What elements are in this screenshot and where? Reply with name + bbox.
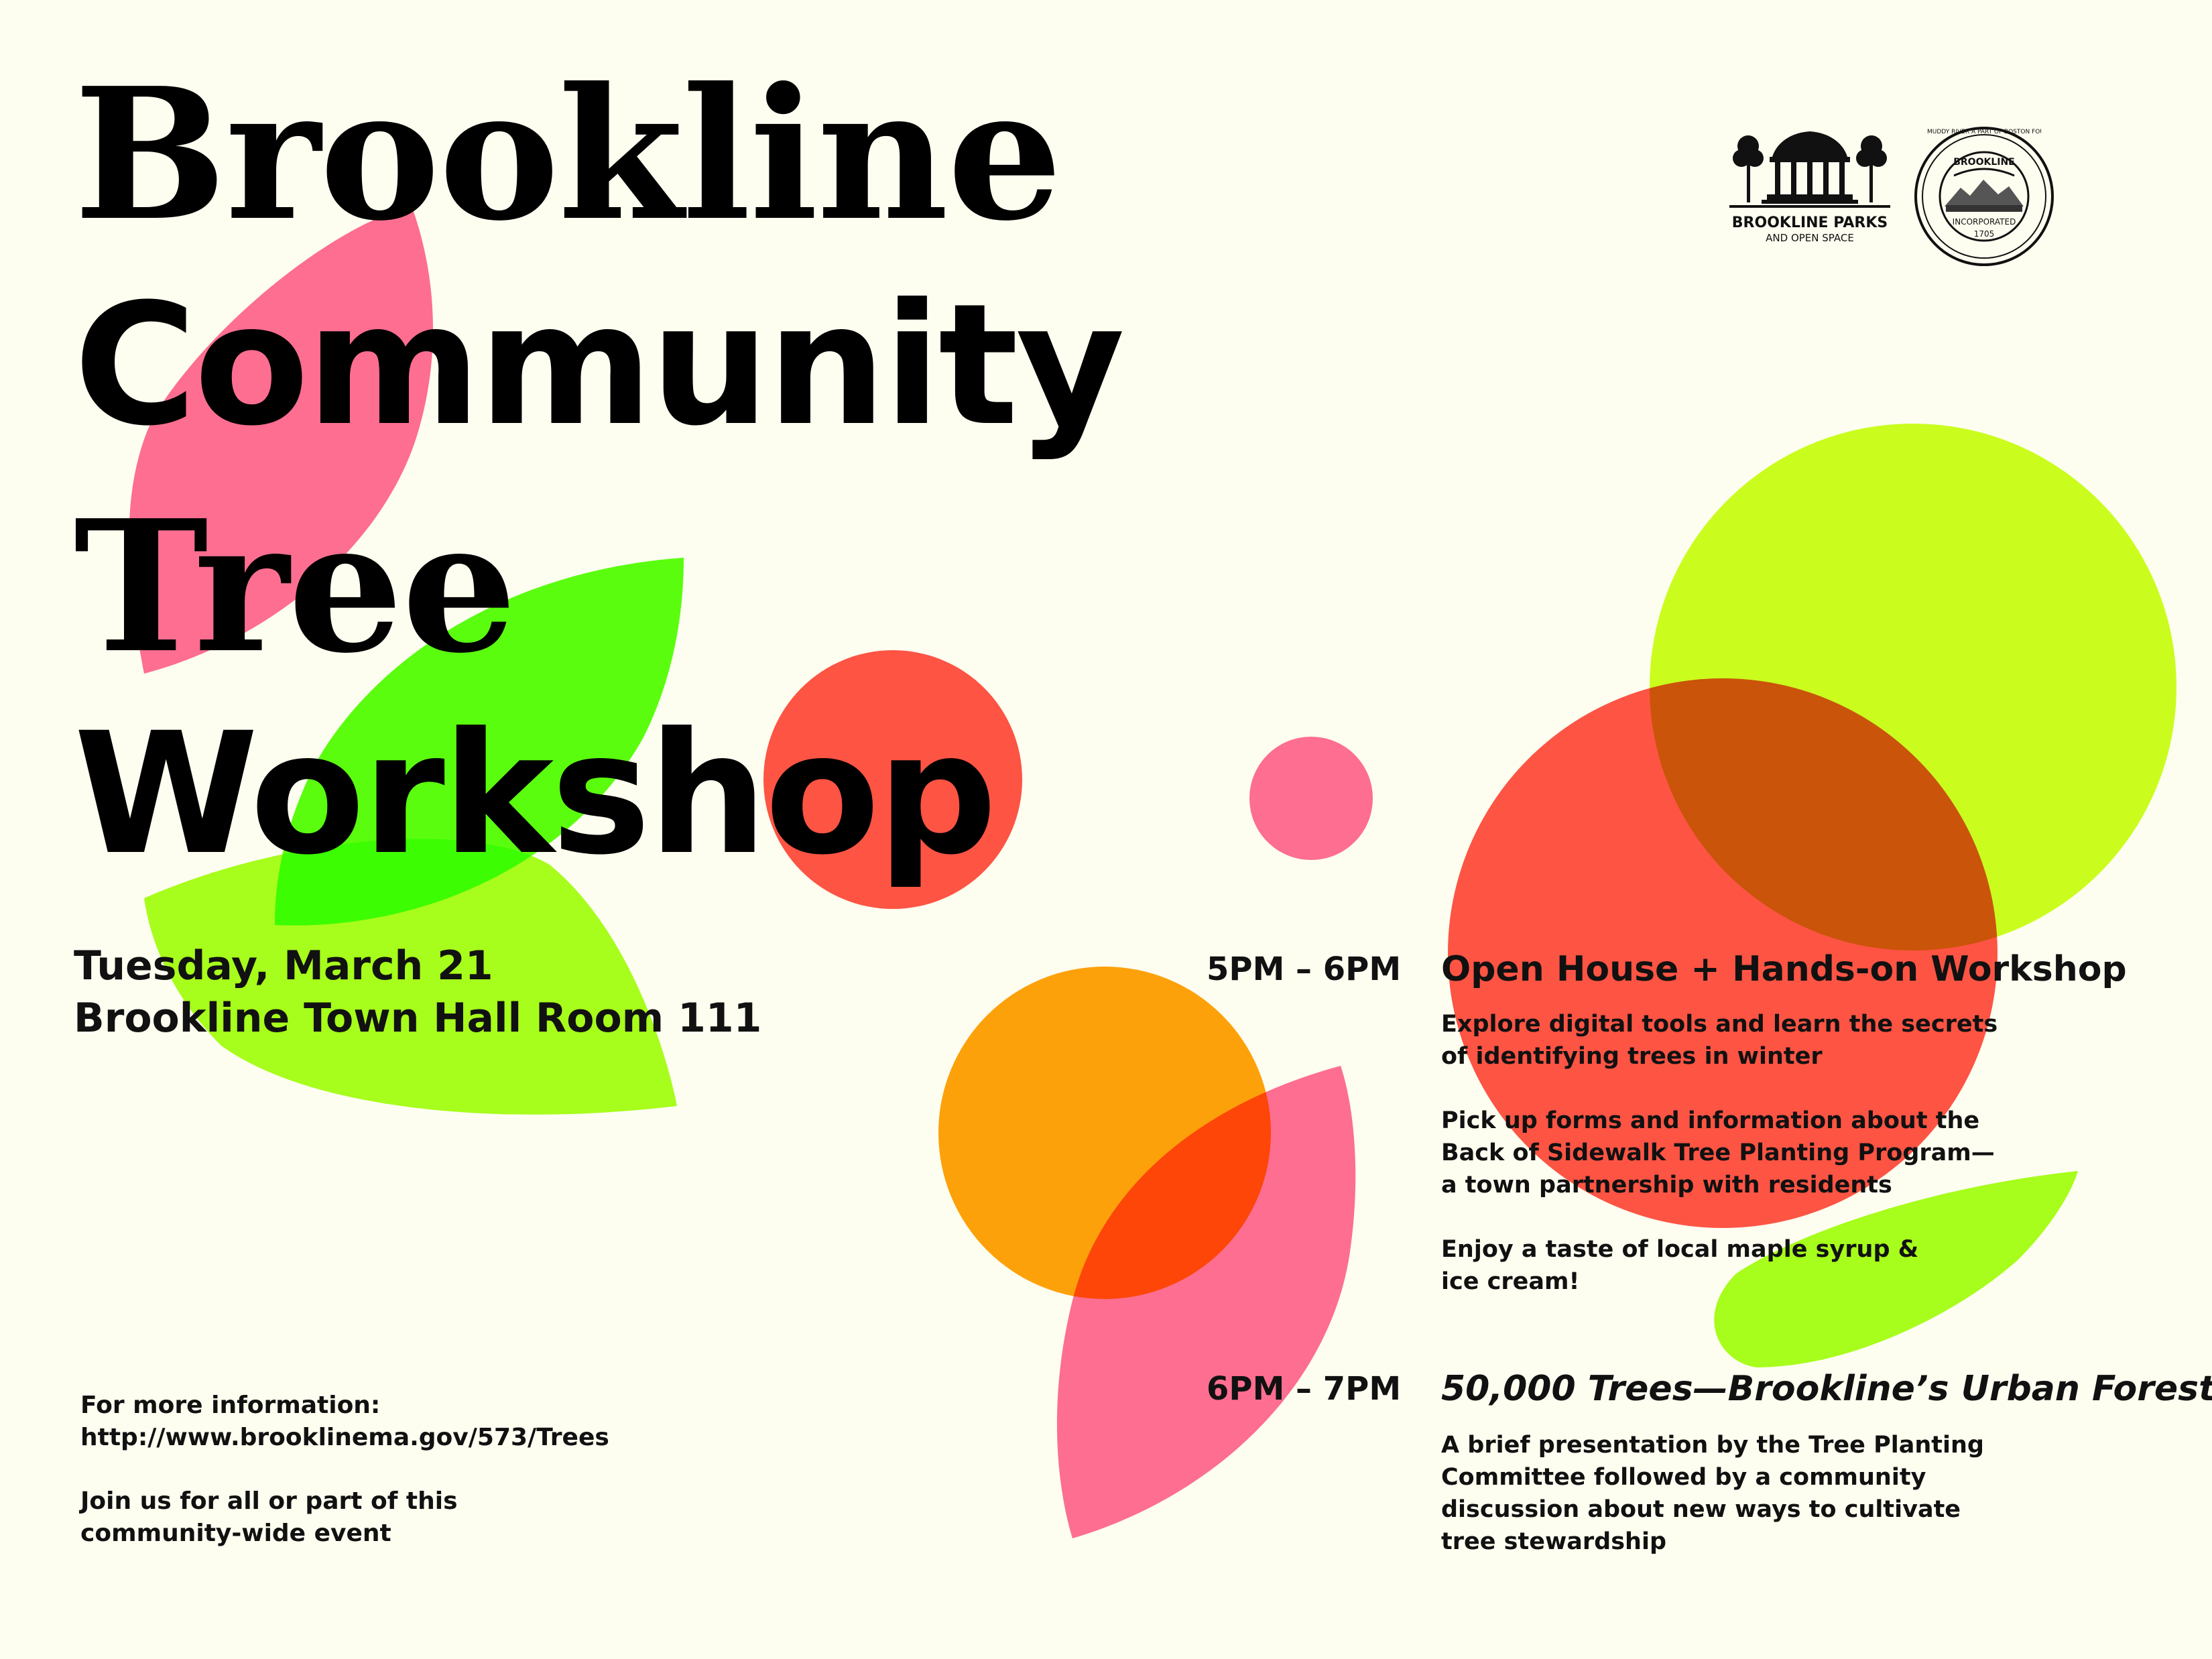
session-1-paragraph: Enjoy a taste of local maple syrup & ice… [1441,1236,1919,1295]
session-1-title: Open House + Hands-on Workshop [1441,949,2127,989]
yellow-circle [1650,424,2176,950]
title-line-4: Workshop [74,696,997,892]
event-info: Tuesday, March 21 Brookline Town Hall Ro… [74,940,761,1044]
more-info-label: For more information: [80,1392,381,1419]
parks-logo-line-1: BROOKLINE PARKS [1731,214,1888,231]
seal-incorporated-text: INCORPORATED [1952,217,2016,227]
parks-logo-line-2: AND OPEN SPACE [1766,232,1854,244]
seal-ring-text: MUDDY RIVER A PART OF BOSTON FOUNDED 163… [1927,129,2041,135]
gazebo-icon [1729,131,1890,208]
seal-year-text: 1705 [1973,229,1995,239]
join-info: Join us for all or part of this communit… [80,1485,458,1550]
more-info-url[interactable]: http://www.brooklinema.gov/573/Trees [80,1422,609,1454]
session-1-paragraph: Pick up forms and information about the … [1441,1107,1995,1199]
join-line-2: community-wide event [80,1520,391,1547]
session-1-paragraph: Explore digital tools and learn the secr… [1441,1011,1998,1070]
session-2-description: A brief presentation by the Tree Plantin… [1441,1429,1984,1590]
more-info: For more information: http://www.brookli… [80,1390,609,1454]
pink-dot [1249,737,1373,860]
brookline-parks-logo: BROOKLINE PARKS AND OPEN SPACE [1729,127,1890,245]
title-line-3: Tree [74,480,517,693]
session-1-description: Explore digital tools and learn the secr… [1441,1008,1998,1330]
title-line-2: Community [74,267,1125,463]
seal-icon [1914,127,2054,266]
session-1-time: 5PM – 6PM [1207,950,1402,988]
event-location: Brookline Town Hall Room 111 [74,995,762,1042]
town-seal-logo: MUDDY RIVER A PART OF BOSTON FOUNDED 163… [1914,126,2054,267]
session-2-paragraph: A brief presentation by the Tree Plantin… [1441,1432,1984,1555]
session-2-title: 50,000 Trees—Brookline’s Urban Forest [1441,1369,2212,1409]
join-line-1: Join us for all or part of this [80,1487,458,1515]
event-date: Tuesday, March 21 [74,942,493,989]
seal-center-text: BROOKLINE [1953,157,2015,168]
title-line-1: Brookline [74,48,1062,261]
session-2-time: 6PM – 7PM [1207,1370,1402,1408]
